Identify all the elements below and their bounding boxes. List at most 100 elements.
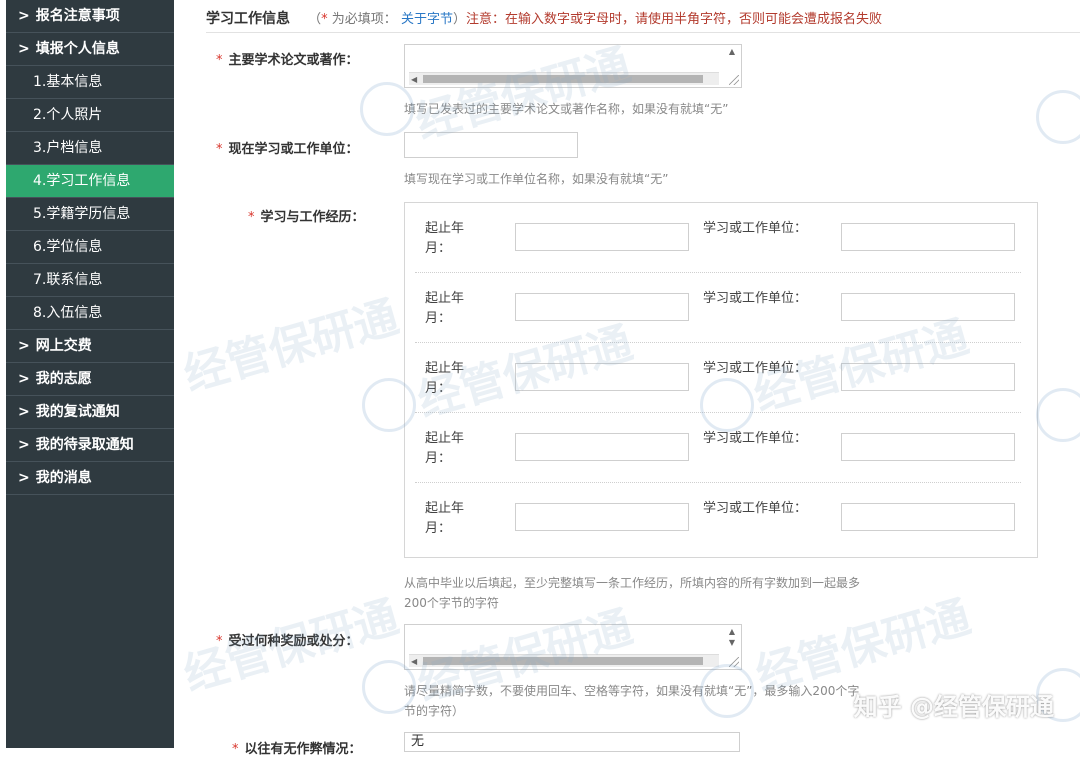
horizontal-scrollbar[interactable] — [409, 72, 719, 85]
papers-label: * 主要学术论文或著作： — [216, 49, 359, 68]
unit-label: 学习或工作单位： — [703, 501, 808, 516]
sidebar-item-2[interactable]: 1.基本信息 — [6, 66, 174, 99]
discipline-label-text: 以往有无作弊情况： — [244, 742, 362, 757]
required-star: * — [216, 142, 223, 157]
required-note: 为必填项： — [331, 12, 397, 27]
unit-input[interactable] — [841, 433, 1015, 461]
sidebar-item-13[interactable]: > 我的待录取通知 — [6, 429, 174, 462]
horizontal-scrollbar[interactable] — [409, 654, 719, 667]
unit-label: 学习或工作单位： — [703, 291, 808, 306]
discipline-textarea[interactable]: 无 — [404, 732, 740, 752]
resize-grip-icon[interactable] — [729, 657, 739, 667]
about-bytes-link[interactable]: 关于字节 — [401, 12, 453, 27]
unit-label-text: 现在学习或工作单位： — [228, 142, 359, 157]
sidebar-item-5[interactable]: 4.学习工作信息 — [6, 165, 174, 198]
header-divider — [206, 32, 1080, 33]
main-content: 学习工作信息 （ * 为必填项： 关于字节）注意：在输入数字或字母时，请使用半角字… — [206, 0, 1080, 757]
history-label-text: 学习与工作经历： — [260, 210, 365, 225]
awards-label-text: 受过何种奖励或处分： — [228, 634, 359, 649]
scrollbar-thumb[interactable] — [423, 657, 703, 665]
scroll-up-icon[interactable]: ▲ — [729, 627, 735, 636]
sidebar-item-3[interactable]: 2.个人照片 — [6, 99, 174, 132]
required-star: * — [216, 634, 223, 649]
unit-hint: 填写现在学习或工作单位名称，如果没有就填“无” — [404, 172, 669, 186]
section-title: 学习工作信息 — [206, 11, 290, 27]
sidebar-item-10[interactable]: > 网上交费 — [6, 330, 174, 363]
unit-label: 学习或工作单位： — [703, 431, 808, 446]
scroll-left-icon[interactable]: ◀ — [411, 75, 417, 84]
period-input[interactable] — [515, 433, 689, 461]
sidebar-item-label: 我的复试通知 — [35, 404, 120, 420]
history-hint-1: 从高中毕业以后填起，至少完整填写一条工作经历，所填内容的所有字数加到一起最多 — [404, 576, 861, 590]
sidebar-item-label: 我的待录取通知 — [35, 437, 134, 453]
history-row: 起止年月： 学习或工作单位： — [405, 343, 1037, 413]
sidebar-item-1[interactable]: > 填报个人信息 — [6, 33, 174, 66]
sidebar-item-label: 4.学习工作信息 — [33, 173, 131, 189]
sidebar-item-label: 我的消息 — [35, 470, 92, 486]
section-header: 学习工作信息 （* 为必填项： 关于字节）注意：在输入数字或字母时，请使用半角字… — [206, 8, 882, 28]
sidebar-item-label: 2.个人照片 — [33, 107, 103, 123]
unit-label: * 现在学习或工作单位： — [216, 138, 359, 157]
awards-hint-1: 请尽量精简字数，不要使用回车、空格等字符，如果没有就填“无”，最多输入200个字 — [404, 684, 860, 698]
awards-hint-2: 节的字符） — [404, 704, 465, 718]
required-star: * — [232, 742, 239, 757]
period-input[interactable] — [515, 363, 689, 391]
chevron-right-icon: > — [18, 371, 30, 387]
sidebar-item-7[interactable]: 6.学位信息 — [6, 231, 174, 264]
unit-input[interactable] — [841, 363, 1015, 391]
sidebar-item-12[interactable]: > 我的复试通知 — [6, 396, 174, 429]
chevron-right-icon: > — [18, 437, 30, 453]
sidebar-item-label: 3.户档信息 — [33, 140, 103, 156]
paren-open: （ — [308, 12, 322, 27]
history-row: 起止年月： 学习或工作单位： — [405, 413, 1037, 483]
scroll-down-icon[interactable]: ▼ — [729, 638, 735, 647]
sidebar-nav: > 报名注意事项 > 填报个人信息 1.基本信息 2.个人照片 3.户档信息 4.学习工作信息… — [6, 0, 174, 748]
chevron-right-icon: > — [18, 41, 30, 57]
required-star: * — [216, 53, 223, 68]
scrollbar-thumb[interactable] — [423, 75, 703, 83]
sidebar-item-label: 1.基本信息 — [33, 74, 103, 90]
halfwidth-warning: 注意：在输入数字或字母时，请使用半角字符，否则可能会遭成报名失败 — [465, 12, 882, 27]
sidebar-item-11[interactable]: > 我的志愿 — [6, 363, 174, 396]
sidebar-item-6[interactable]: 5.学籍学历信息 — [6, 198, 174, 231]
resize-grip-icon[interactable] — [729, 75, 739, 85]
history-row: 起止年月： 学习或工作单位： — [405, 203, 1037, 273]
unit-label: 学习或工作单位： — [703, 221, 808, 236]
sidebar-item-label: 报名注意事项 — [35, 8, 120, 24]
sidebar-item-14[interactable]: > 我的消息 — [6, 462, 174, 495]
unit-input[interactable] — [841, 293, 1015, 321]
history-row: 起止年月： 学习或工作单位： — [405, 483, 1037, 553]
unit-input[interactable] — [404, 132, 578, 158]
history-table: 起止年月： 学习或工作单位： 起止年月： 学习或工作单位： 起止年月： 学习或工作单位：起… — [404, 202, 1038, 558]
paren-close: ） — [452, 12, 466, 27]
unit-input[interactable] — [841, 503, 1015, 531]
period-input[interactable] — [515, 503, 689, 531]
unit-label: 学习或工作单位： — [703, 361, 808, 376]
sidebar-item-0[interactable]: > 报名注意事项 — [6, 0, 174, 33]
chevron-right-icon: > — [18, 470, 30, 486]
sidebar-item-label: 填报个人信息 — [35, 41, 120, 57]
period-label: 起止年月： — [425, 221, 465, 256]
awards-label: * 受过何种奖励或处分： — [216, 630, 359, 649]
required-star: * — [248, 210, 255, 225]
zhihu-watermark: 知乎 @经管保研通 — [853, 693, 1054, 721]
sidebar-item-label: 网上交费 — [35, 338, 92, 354]
sidebar-item-8[interactable]: 7.联系信息 — [6, 264, 174, 297]
sidebar-item-4[interactable]: 3.户档信息 — [6, 132, 174, 165]
period-input[interactable] — [515, 293, 689, 321]
scroll-up-icon[interactable]: ▲ — [729, 47, 735, 56]
chevron-right-icon: > — [18, 8, 30, 24]
papers-textarea[interactable]: ▲ ◀ — [404, 44, 742, 88]
period-label: 起止年月： — [425, 431, 465, 466]
unit-input[interactable] — [841, 223, 1015, 251]
period-label: 起止年月： — [425, 501, 465, 536]
chevron-right-icon: > — [18, 338, 30, 354]
scroll-left-icon[interactable]: ◀ — [411, 657, 417, 666]
chevron-right-icon: > — [18, 404, 30, 420]
sidebar-item-9[interactable]: 8.入伍信息 — [6, 297, 174, 330]
period-label: 起止年月： — [425, 291, 465, 326]
period-label: 起止年月： — [425, 361, 465, 396]
period-input[interactable] — [515, 223, 689, 251]
awards-textarea[interactable]: ▲ ▼ ◀ — [404, 624, 742, 670]
papers-hint: 填写已发表过的主要学术论文或著作名称，如果没有就填“无” — [404, 102, 729, 116]
